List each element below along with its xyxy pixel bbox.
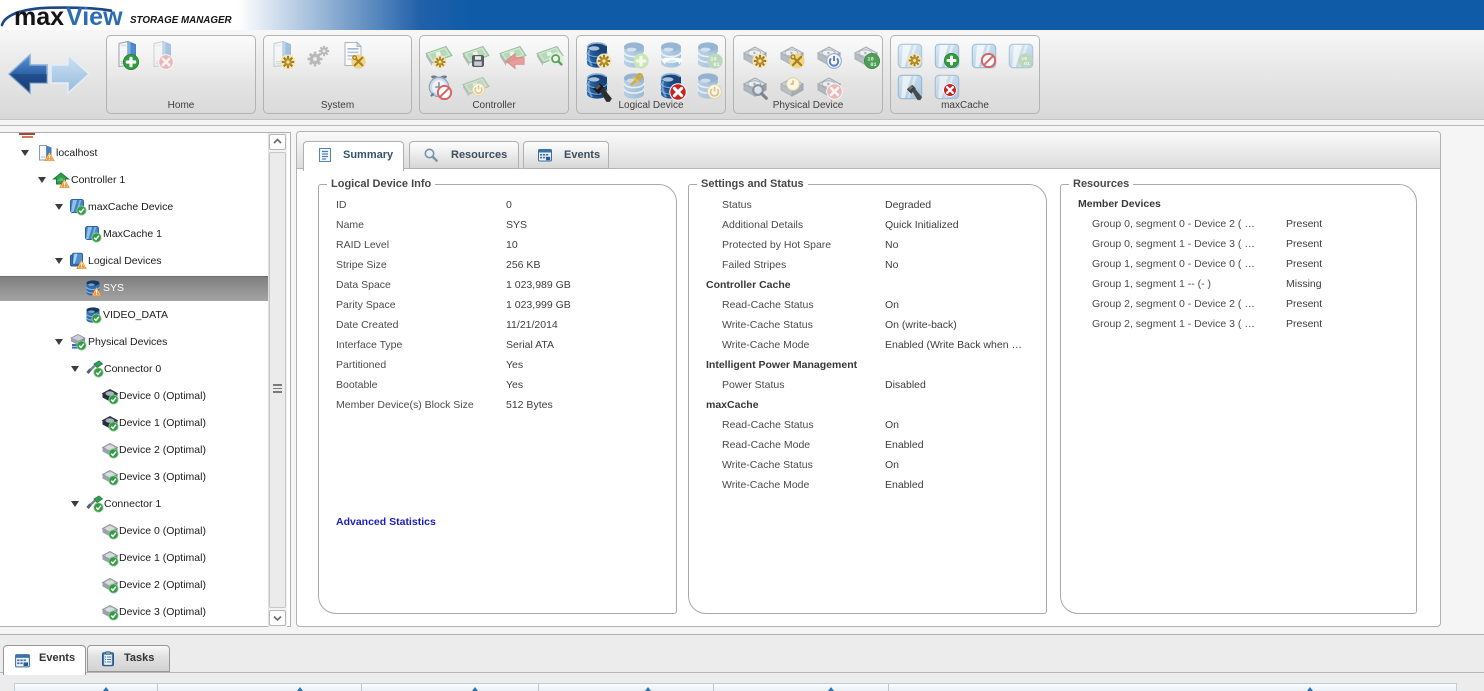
svg-text:STORAGE MANAGER: STORAGE MANAGER xyxy=(130,15,233,26)
svg-text:View: View xyxy=(66,3,123,30)
svg-text:max: max xyxy=(14,3,64,30)
